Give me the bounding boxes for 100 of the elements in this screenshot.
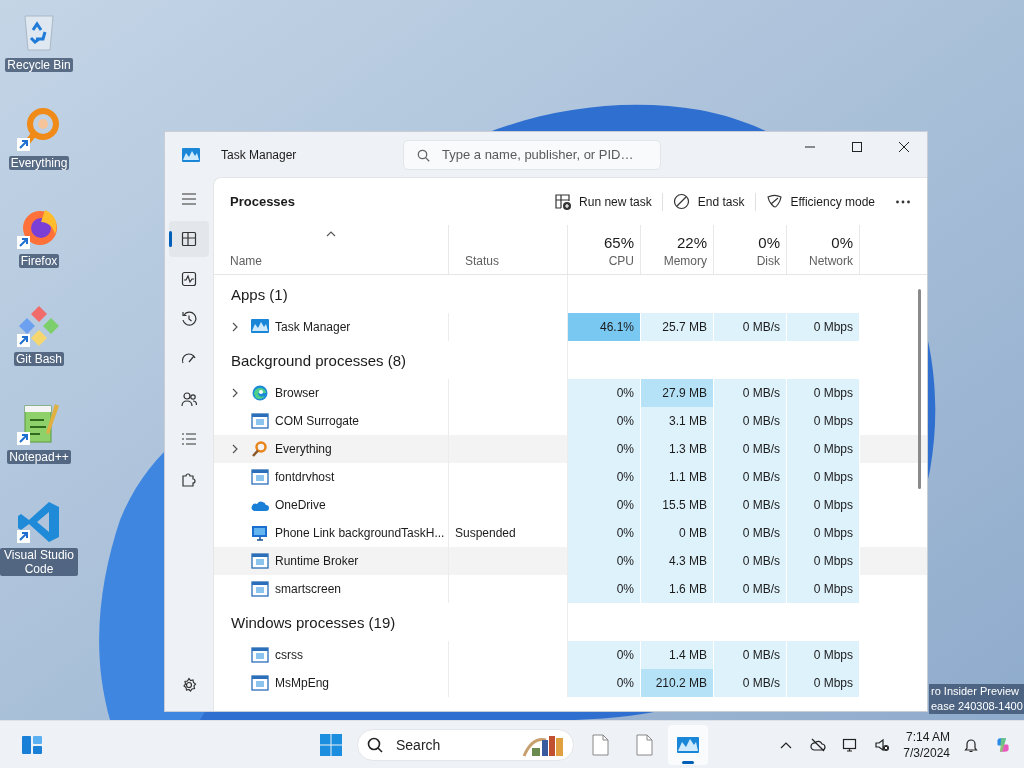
window-icon: [251, 675, 269, 691]
bell-icon: [963, 736, 979, 753]
prohibited-icon: [672, 193, 690, 210]
table-cell: 0 MB/s: [714, 575, 787, 603]
process-row[interactable]: Phone Link backgroundTaskH... Suspended 0% 0 MB 0 MB/s 0 Mbps: [214, 519, 927, 547]
table-cell: 0%: [568, 435, 641, 463]
column-total: 0%: [757, 233, 780, 252]
close-icon: [897, 141, 910, 153]
pulse-icon: [181, 271, 197, 287]
muted-speaker-icon: [874, 736, 891, 753]
processes-tab[interactable]: [169, 221, 209, 257]
column-header[interactable]: 0% Disk: [714, 225, 787, 274]
app-icon: [182, 147, 200, 162]
process-row[interactable]: Browser 0% 27.9 MB 0 MB/s 0 Mbps: [214, 379, 927, 407]
window-icon: [251, 581, 269, 597]
list-icon: [181, 431, 197, 447]
column-header[interactable]: 0% Network: [787, 225, 860, 274]
column-label: Status: [465, 254, 501, 269]
window-icon: [251, 469, 269, 485]
efficiency-mode-button[interactable]: Efficiency mode: [755, 187, 885, 216]
process-name: smartscreen: [275, 582, 342, 596]
icon-label: Git Bash: [14, 352, 64, 366]
process-name: MsMpEng: [275, 676, 330, 690]
table-cell: 1.1 MB: [641, 463, 714, 491]
column-label: Network: [808, 254, 853, 269]
process-row[interactable]: smartscreen 0% 1.6 MB 0 MB/s 0 Mbps: [214, 575, 927, 603]
monitor-icon: [842, 736, 859, 753]
table-cell: 0 MB/s: [714, 435, 787, 463]
table-cell: 1.3 MB: [641, 435, 714, 463]
window-icon: [251, 647, 269, 663]
table-cell: 0 Mbps: [787, 519, 860, 547]
table-cell: 0%: [568, 669, 641, 697]
table-cell: 0 MB/s: [714, 313, 787, 341]
settings-icon: [181, 677, 197, 693]
table-cell: 1.6 MB: [641, 575, 714, 603]
column-header[interactable]: 65% CPU: [568, 225, 641, 274]
icon-label: Visual Studio Code: [0, 548, 78, 576]
process-row[interactable]: Task Manager 46.1% 25.7 MB 0 MB/s 0 Mbps: [214, 313, 927, 341]
process-row[interactable]: COM Surrogate 0% 3.1 MB 0 MB/s 0 Mbps: [214, 407, 927, 435]
table-cell: 0 MB/s: [714, 641, 787, 669]
table-cell: 0%: [568, 575, 641, 603]
icon-label: Everything: [8, 156, 70, 170]
table-cell: 0 Mbps: [787, 379, 860, 407]
table-cell: 210.2 MB: [641, 669, 714, 697]
table-cell: 0 Mbps: [787, 407, 860, 435]
history-icon: [181, 311, 197, 327]
chart-icon: [251, 319, 269, 335]
end-task-button[interactable]: End task: [662, 187, 755, 216]
group-title: Windows processes (19): [230, 612, 397, 633]
page-title: Processes: [230, 194, 296, 209]
table-cell: 1.4 MB: [641, 641, 714, 669]
watermark-text: ease 240308-1400: [931, 699, 1023, 714]
process-row[interactable]: Everything 0% 1.3 MB 0 MB/s 0 Mbps: [214, 435, 927, 463]
table-cell: 0 Mbps: [787, 463, 860, 491]
process-row[interactable]: Runtime Broker 0% 4.3 MB 0 MB/s 0 Mbps: [214, 547, 927, 575]
column-total: 65%: [602, 233, 634, 252]
table-cell: 0%: [568, 463, 641, 491]
run-task-button[interactable]: Run new task: [544, 187, 662, 216]
chevron-icon[interactable]: [231, 388, 239, 398]
taskbar-app-button[interactable]: [668, 724, 708, 765]
column-header[interactable]: 22% Memory: [641, 225, 714, 274]
icon-label: Firefox: [18, 254, 60, 268]
window-icon: [251, 553, 269, 569]
table-cell: 0 MB/s: [714, 407, 787, 435]
process-name: Runtime Broker: [275, 554, 359, 568]
column-header[interactable]: Status: [449, 225, 568, 274]
icon-label: Notepad++: [7, 450, 71, 464]
search-icon: [367, 736, 383, 753]
process-row[interactable]: OneDrive 0% 15.5 MB 0 MB/s 0 Mbps: [214, 491, 927, 519]
table-cell: 0 Mbps: [787, 575, 860, 603]
table-cell: 0 Mbps: [787, 547, 860, 575]
process-row[interactable]: MsMpEng 0% 210.2 MB 0 MB/s 0 Mbps: [214, 669, 927, 697]
group-title: Apps (1): [230, 284, 289, 305]
process-row[interactable]: fontdrvhost 0% 1.1 MB 0 MB/s 0 Mbps: [214, 463, 927, 491]
table-cell: 0 Mbps: [787, 641, 860, 669]
table-cell: 0%: [568, 519, 641, 547]
clock-button[interactable]: 7:14 AM 7/3/2024: [899, 728, 954, 761]
table-cell: 0 Mbps: [787, 491, 860, 519]
chevron-icon[interactable]: [231, 322, 239, 332]
table-cell: 0%: [568, 491, 641, 519]
table-cell: 0 Mbps: [787, 313, 860, 341]
process-name: fontdrvhost: [275, 470, 335, 484]
column-header[interactable]: Name: [214, 225, 449, 274]
table-cell: 0 Mbps: [787, 669, 860, 697]
process-row[interactable]: csrss 0% 1.4 MB 0 MB/s 0 Mbps: [214, 641, 927, 669]
chevron-icon[interactable]: [231, 444, 239, 454]
group-title: Background processes (8): [230, 350, 408, 371]
table-cell: 0%: [568, 379, 641, 407]
column-label: Memory: [662, 254, 707, 269]
scrollbar[interactable]: [918, 289, 921, 489]
search-field[interactable]: Search: [357, 728, 574, 761]
search-field[interactable]: Type a name, publisher, or PID…: [403, 139, 661, 170]
column-label: CPU: [607, 254, 634, 269]
processes-icon: [181, 231, 197, 247]
table-cell: 0 MB/s: [714, 463, 787, 491]
table-cell: 0%: [568, 547, 641, 575]
process-name: Browser: [275, 386, 319, 400]
table-cell: 0 Mbps: [787, 435, 860, 463]
process-name: Everything: [275, 442, 332, 456]
process-name: COM Surrogate: [275, 414, 360, 428]
